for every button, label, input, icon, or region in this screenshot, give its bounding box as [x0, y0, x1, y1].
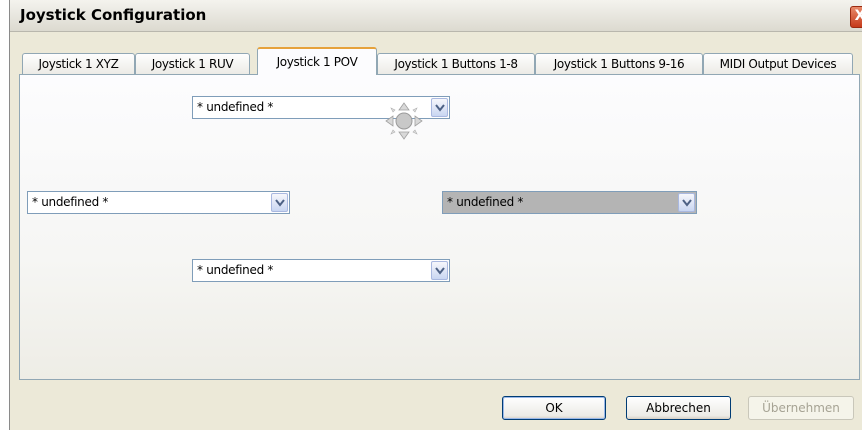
apply-button[interactable]: Übernehmen [748, 396, 854, 420]
tab-joystick-1-pov[interactable]: Joystick 1 POV [257, 47, 377, 75]
chevron-down-icon[interactable] [678, 193, 695, 212]
pov-down-value: * undefined * [197, 263, 274, 277]
close-icon: X [854, 8, 862, 24]
chevron-down-icon[interactable] [431, 261, 448, 280]
pov-down-select[interactable]: * undefined * [192, 259, 450, 282]
tab-joystick-1-buttons-1-8[interactable]: Joystick 1 Buttons 1-8 [377, 53, 535, 74]
tab-joystick-1-buttons-9-16[interactable]: Joystick 1 Buttons 9-16 [535, 53, 703, 74]
close-button[interactable]: X [850, 6, 862, 28]
pov-up-value: * undefined * [197, 100, 274, 114]
dialog-window: Joystick Configuration X Joystick 1 XYZ … [9, 0, 862, 430]
cancel-button[interactable]: Abbrechen [626, 396, 731, 420]
chevron-down-icon[interactable] [271, 193, 288, 212]
chevron-down-icon[interactable] [431, 98, 448, 117]
pov-right-select[interactable]: * undefined * [442, 191, 697, 214]
ok-button[interactable]: OK [502, 396, 606, 420]
tab-panel-pov [19, 74, 860, 380]
pov-left-value: * undefined * [32, 195, 109, 209]
title-bar[interactable]: Joystick Configuration X [10, 0, 862, 32]
tab-strip: Joystick 1 XYZ Joystick 1 RUV Joystick 1… [10, 47, 862, 75]
pov-left-select[interactable]: * undefined * [27, 191, 290, 214]
tab-midi-output-devices[interactable]: MIDI Output Devices [703, 53, 853, 74]
window-title: Joystick Configuration [20, 6, 207, 24]
tab-joystick-1-ruv[interactable]: Joystick 1 RUV [135, 53, 250, 74]
pov-right-value: * undefined * [447, 195, 524, 209]
pov-hat-icon [385, 102, 423, 140]
tab-joystick-1-xyz[interactable]: Joystick 1 XYZ [22, 53, 135, 74]
